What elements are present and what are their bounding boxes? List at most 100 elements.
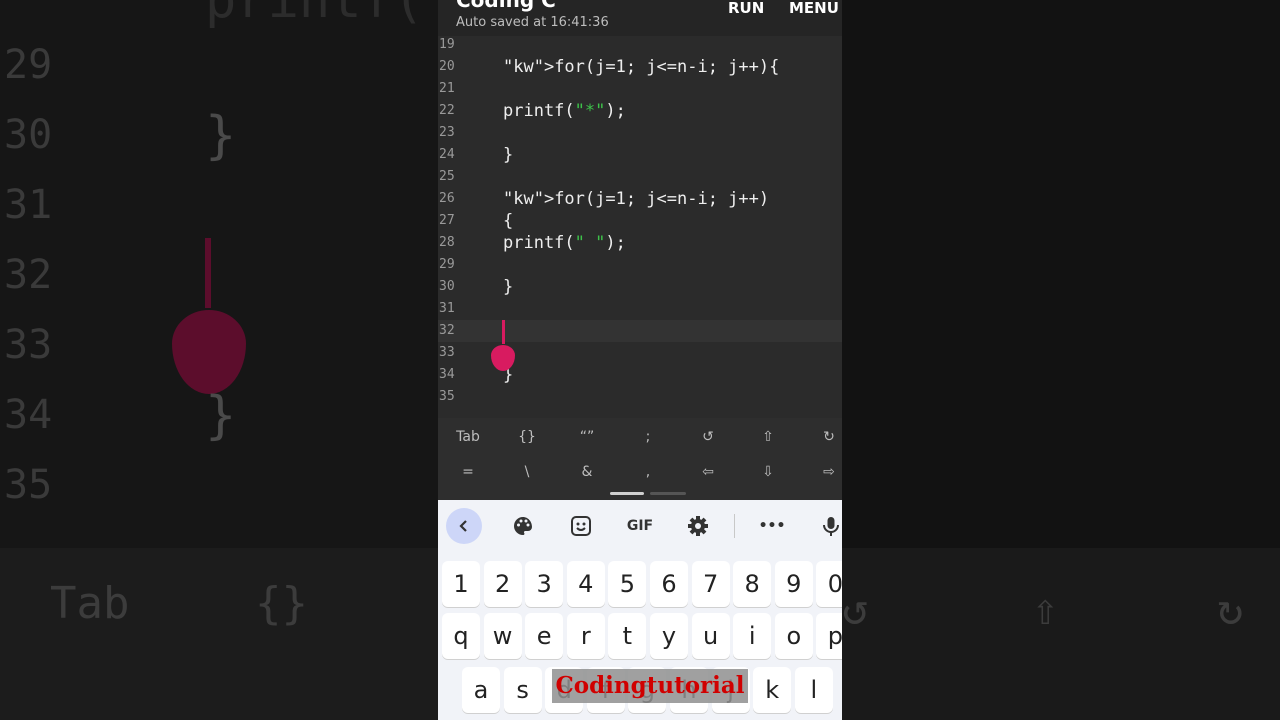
background-key-braces: {} [255, 578, 308, 629]
autosave-status: Auto saved at 16:41:36 [456, 15, 609, 30]
key[interactable]: 9 [774, 561, 813, 607]
line-number: 29 [439, 257, 455, 272]
phone-screen: Coding C Auto saved at 16:41:36 RUN MENU… [438, 0, 842, 720]
code-line[interactable]: 35 [438, 386, 842, 408]
background-line-number: 30 [4, 112, 53, 158]
key[interactable]: p [816, 613, 842, 659]
code-line[interactable]: 21 [438, 78, 842, 100]
palette-icon[interactable] [505, 508, 541, 544]
key[interactable]: w [483, 613, 522, 659]
key[interactable]: l [794, 667, 833, 713]
soft-keyboard: GIF ••• 1234567890 qwertyuiop asdfghjkl … [438, 500, 842, 720]
more-options-icon[interactable]: ••• [754, 508, 790, 544]
key[interactable]: y [650, 613, 688, 659]
code-text: printf("*"); [503, 101, 626, 121]
code-line[interactable]: 29 [438, 254, 842, 276]
background-right-panel: ↺ ⇧ ↻ [842, 0, 1280, 720]
extra-key[interactable]: ; [618, 429, 678, 445]
key[interactable]: 8 [733, 561, 772, 607]
sticker-icon[interactable] [563, 508, 599, 544]
keyboard-back-icon[interactable] [446, 508, 482, 544]
code-line[interactable]: 30} [438, 276, 842, 298]
code-line[interactable]: 32 [438, 320, 842, 342]
background-line-number: 34 [4, 392, 53, 438]
key[interactable]: 6 [650, 561, 688, 607]
code-line[interactable]: 23 [438, 122, 842, 144]
code-line[interactable]: 26 "kw">for(j=1; j<=n-i; j++) [438, 188, 842, 210]
line-number: 24 [439, 147, 455, 162]
line-number: 34 [439, 367, 455, 382]
key[interactable]: a [462, 667, 500, 713]
code-line[interactable]: 22 printf("*"); [438, 100, 842, 122]
extra-key[interactable]: ↺ [678, 429, 738, 445]
extra-key[interactable]: {} [497, 429, 557, 445]
key[interactable]: t [608, 613, 647, 659]
extra-key[interactable]: ⇨ [799, 464, 842, 480]
toolbar-divider [734, 514, 735, 538]
line-number: 22 [439, 103, 455, 118]
key[interactable]: u [691, 613, 730, 659]
extra-key[interactable]: ↻ [799, 429, 842, 445]
background-cursor-line [205, 238, 211, 308]
extra-key[interactable]: ⇦ [678, 464, 738, 480]
key[interactable]: s [503, 667, 542, 713]
gif-button[interactable]: GIF [622, 508, 658, 544]
background-key-tab: Tab [50, 578, 130, 629]
key[interactable]: 7 [691, 561, 730, 607]
key[interactable]: r [566, 613, 605, 659]
key[interactable]: 0 [816, 561, 842, 607]
code-text: "kw">for(j=1; j<=n-i; j++){ [503, 57, 780, 77]
code-text: printf(" "); [503, 233, 626, 253]
code-line[interactable]: 25 [438, 166, 842, 188]
page-indicator-active [610, 492, 644, 495]
extra-key[interactable]: \ [497, 464, 557, 480]
code-text: "kw">for(j=1; j<=n-i; j++) [503, 189, 770, 209]
background-brace: } [205, 386, 237, 446]
code-text: { [503, 211, 514, 231]
settings-gear-icon[interactable] [680, 508, 716, 544]
extra-key[interactable]: Tab [438, 429, 498, 445]
line-number: 31 [439, 301, 455, 316]
background-extra-keys-right: ↺ ⇧ ↻ [842, 548, 1280, 720]
code-line[interactable]: 24} [438, 144, 842, 166]
code-line[interactable]: 28 printf(" "); [438, 232, 842, 254]
background-line-number: 31 [4, 182, 53, 228]
extra-key[interactable]: “” [557, 429, 617, 445]
background-redo-icon: ↻ [1217, 584, 1244, 635]
background-line-number: 29 [4, 42, 53, 88]
extra-key[interactable]: ⇧ [738, 429, 798, 445]
key[interactable]: 5 [608, 561, 647, 607]
key[interactable]: o [774, 613, 813, 659]
key[interactable]: 1 [442, 561, 480, 607]
code-line[interactable]: 20 "kw">for(j=1; j<=n-i; j++){ [438, 56, 842, 78]
line-number: 32 [439, 323, 455, 338]
extra-key[interactable]: = [438, 464, 498, 480]
microphone-icon[interactable] [813, 508, 842, 544]
code-text: } [503, 277, 514, 297]
key[interactable]: q [442, 613, 480, 659]
line-number: 26 [439, 191, 455, 206]
code-line[interactable]: 27 { [438, 210, 842, 232]
line-number: 27 [439, 213, 455, 228]
background-shift-icon: ⇧ [1032, 584, 1059, 635]
code-line[interactable]: 31 [438, 298, 842, 320]
key[interactable]: 3 [525, 561, 564, 607]
key[interactable]: 2 [483, 561, 522, 607]
menu-button[interactable]: MENU [789, 0, 839, 17]
app-bar: Coding C Auto saved at 16:41:36 RUN MENU [438, 0, 842, 36]
key[interactable]: 4 [566, 561, 605, 607]
line-number: 33 [439, 345, 455, 360]
extra-key[interactable]: & [557, 464, 617, 480]
background-undo-icon: ↺ [842, 584, 869, 635]
extra-key[interactable]: ⇩ [738, 464, 798, 480]
line-number: 19 [439, 37, 455, 52]
extra-key[interactable]: , [618, 464, 678, 480]
run-button[interactable]: RUN [728, 0, 764, 17]
key[interactable]: k [753, 667, 792, 713]
key[interactable]: e [525, 613, 564, 659]
key[interactable]: i [733, 613, 772, 659]
line-number: 21 [439, 81, 455, 96]
background-left-panel: printf( 29 30 31 32 33 34 35 } } Tab {} [0, 0, 438, 720]
app-title: Coding C [456, 0, 556, 12]
code-line[interactable]: 19 [438, 34, 842, 56]
